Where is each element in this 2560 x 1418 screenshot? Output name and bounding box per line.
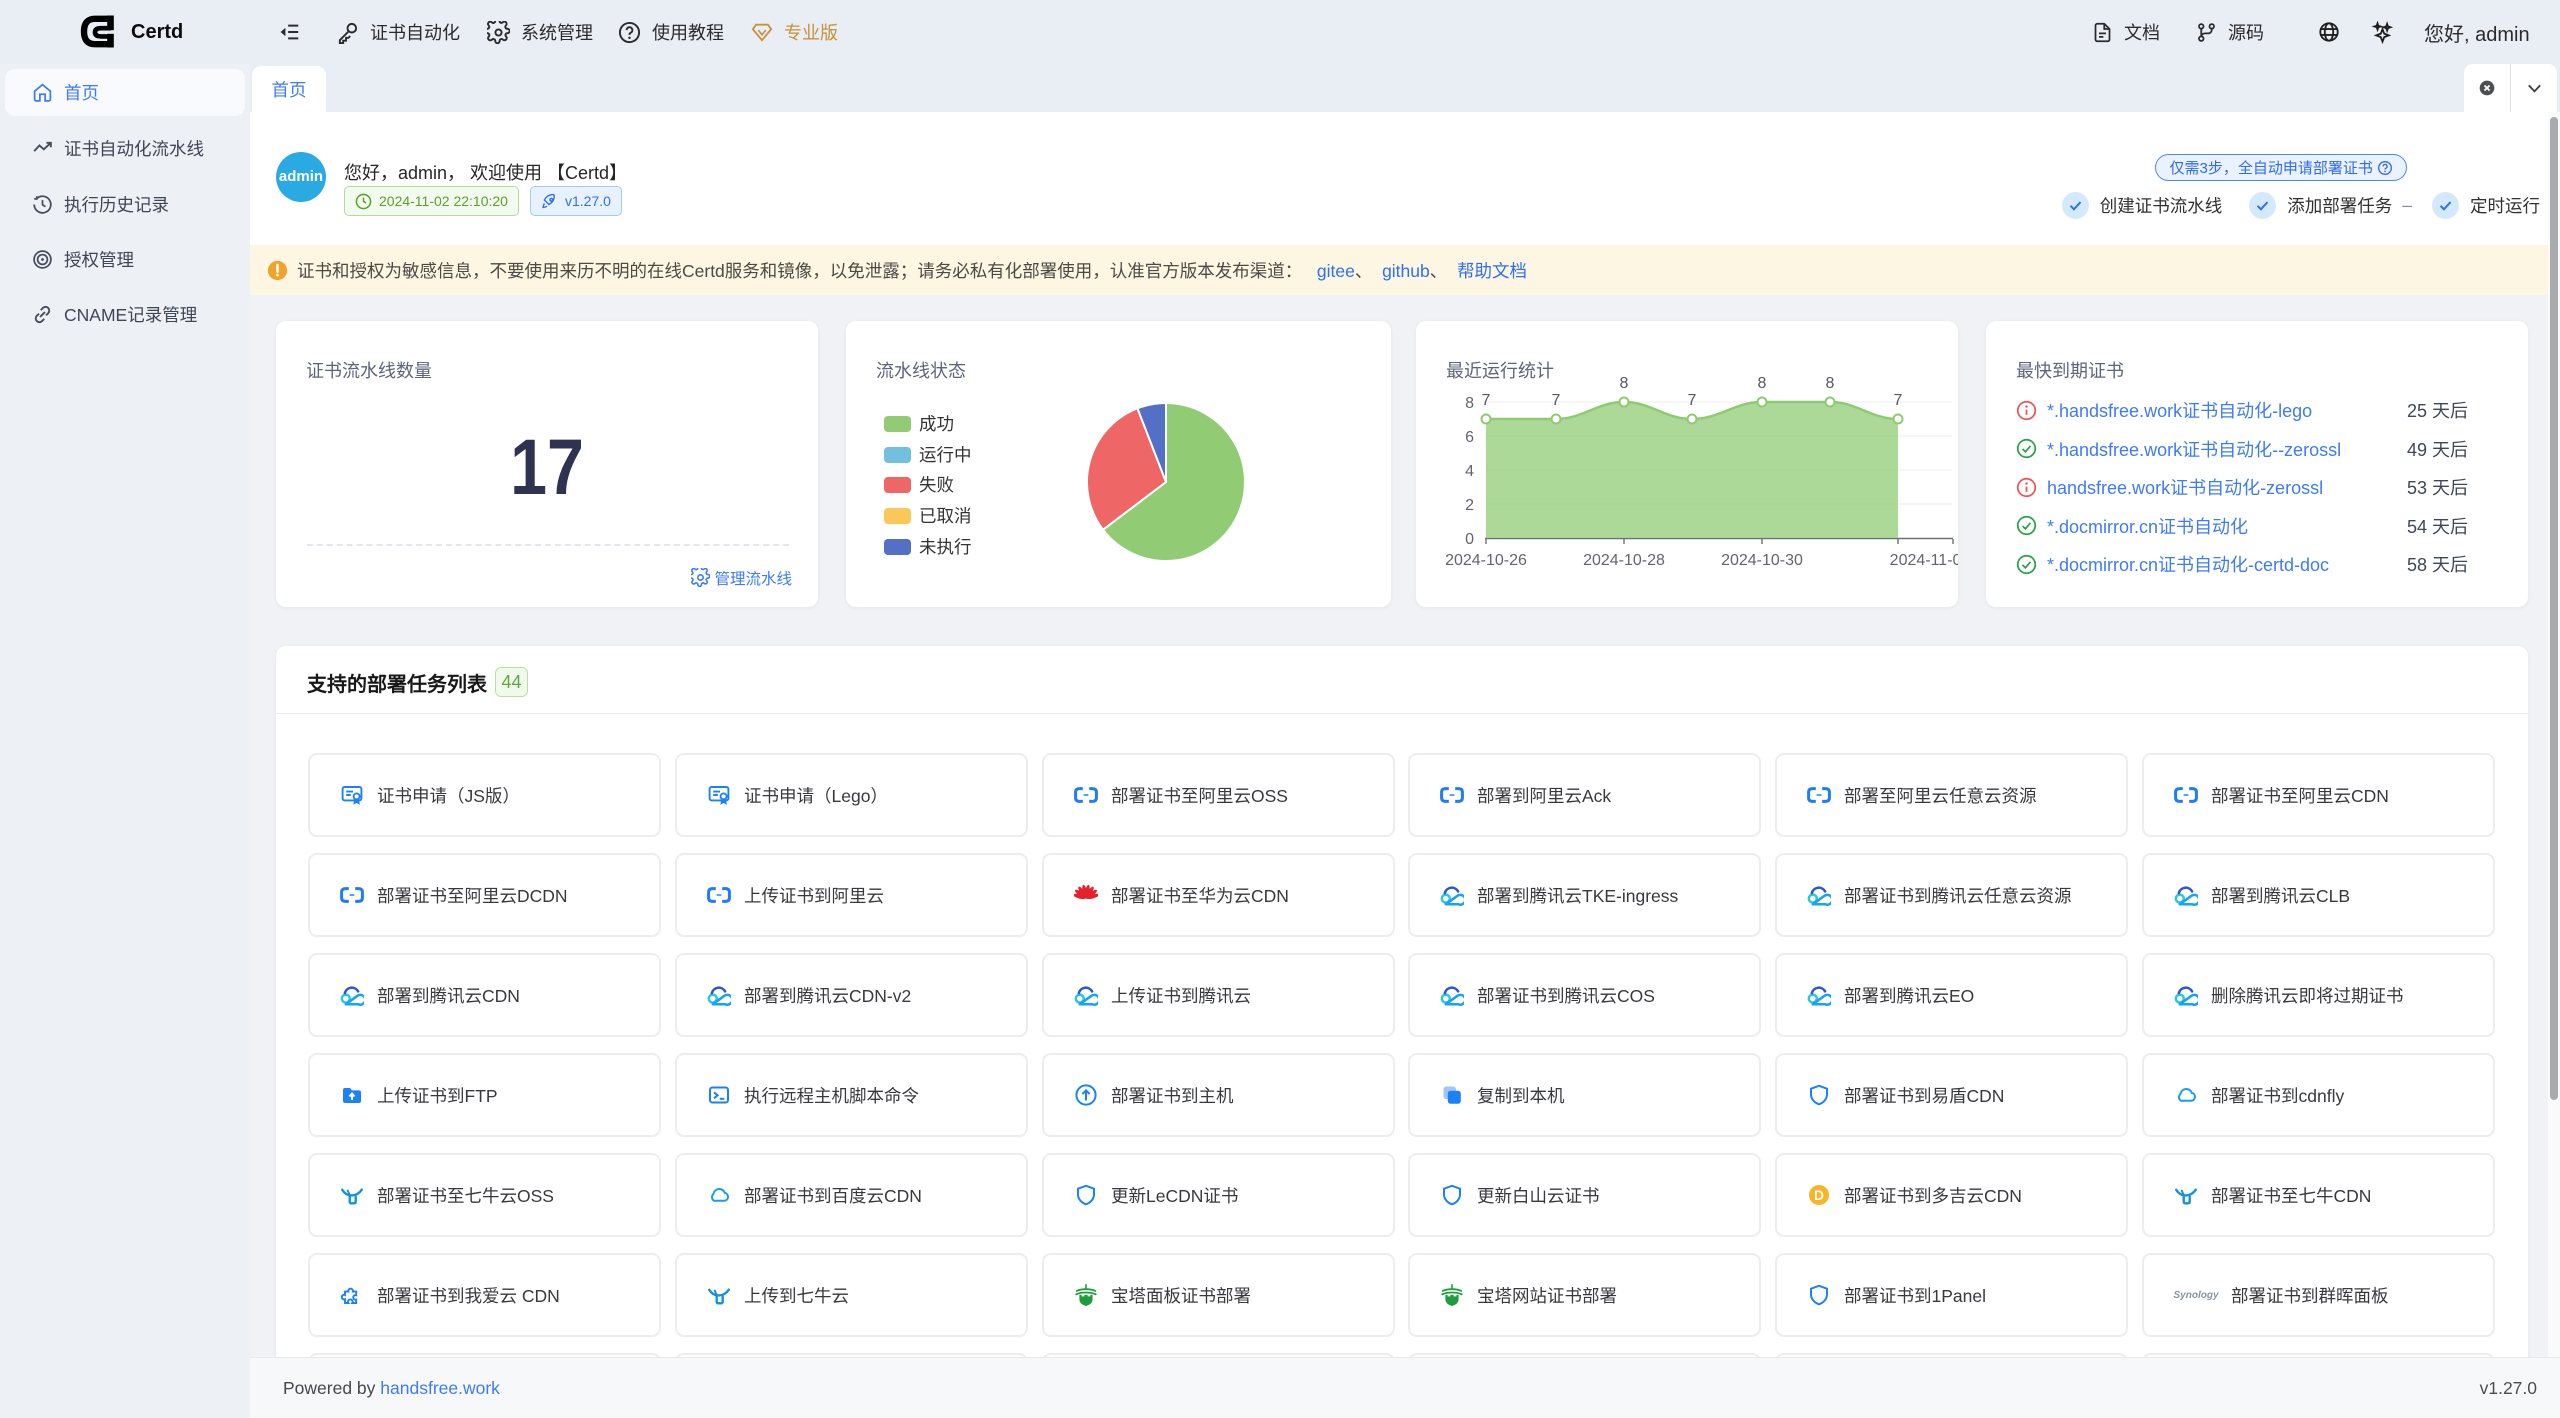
svg-text:8: 8 xyxy=(1620,375,1629,392)
svg-text:2024-10-28: 2024-10-28 xyxy=(1583,552,1665,569)
svg-text:7: 7 xyxy=(1482,392,1491,409)
svg-text:2024-10-30: 2024-10-30 xyxy=(1721,552,1803,569)
svg-text:7: 7 xyxy=(1552,392,1561,409)
svg-text:2024-11-01: 2024-11-01 xyxy=(1890,552,1958,569)
svg-text:6: 6 xyxy=(1465,429,1474,446)
svg-text:0: 0 xyxy=(1465,531,1474,548)
svg-text:4: 4 xyxy=(1465,463,1474,480)
svg-text:2024-10-26: 2024-10-26 xyxy=(1445,552,1527,569)
svg-text:7: 7 xyxy=(1894,392,1903,409)
svg-text:8: 8 xyxy=(1826,375,1835,392)
svg-text:7: 7 xyxy=(1688,392,1697,409)
svg-text:2: 2 xyxy=(1465,497,1474,514)
svg-text:8: 8 xyxy=(1758,375,1767,392)
svg-text:8: 8 xyxy=(1465,395,1474,412)
